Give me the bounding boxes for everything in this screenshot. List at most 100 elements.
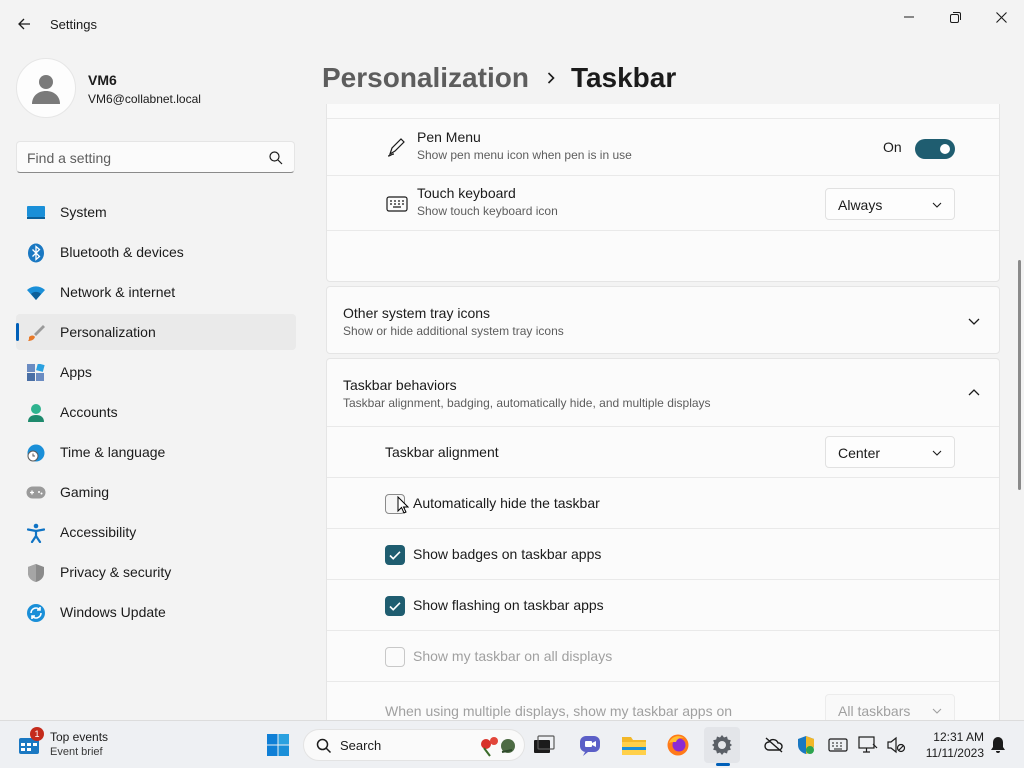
other-tray-title: Other system tray icons [343,305,491,321]
user-profile[interactable]: VM6 VM6@collabnet.local [16,58,296,118]
apps-icon [26,363,46,383]
sidebar-item-label: Bluetooth & devices [60,244,184,260]
volume-tray-icon[interactable] [886,735,906,755]
back-arrow-icon [18,18,30,30]
sidebar-item-accounts[interactable]: Accounts [16,394,296,430]
sidebar-item-privacy-security[interactable]: Privacy & security [16,554,296,590]
paintbrush-icon [26,323,46,343]
close-button[interactable] [978,2,1024,32]
pen-menu-toggle-label: On [883,139,902,155]
pen-menu-toggle[interactable] [915,139,955,159]
checkmark-icon [389,602,401,611]
gear-icon [712,735,732,755]
pen-icon [385,135,409,159]
widgets-button[interactable]: 1 Top events Event brief [16,727,126,763]
chevron-down-icon[interactable] [967,314,981,328]
cloud-offline-icon [764,737,783,753]
pen-menu-row: Pen Menu Show pen menu icon when pen is … [327,118,999,175]
taskbar-behaviors-description: Taskbar alignment, badging, automaticall… [343,396,711,410]
multi-display-dropdown[interactable]: All taskbars [825,694,955,720]
firefox-icon [667,734,689,756]
keyboard-icon [828,738,848,752]
content-scrollbar[interactable] [1018,260,1021,490]
sidebar-item-accessibility[interactable]: Accessibility [16,514,296,550]
profile-email: VM6@collabnet.local [88,92,201,106]
taskbar-alignment-row: Taskbar alignment Center [327,426,999,477]
corner-icons-spacer [327,230,999,281]
taskbar-behaviors-header[interactable]: Taskbar behaviors Taskbar alignment, bad… [327,359,999,426]
minimize-icon [904,16,914,18]
show-flashing-row: Show flashing on taskbar apps [327,579,999,630]
avatar [16,58,76,118]
taskbar-alignment-dropdown[interactable]: Center [825,436,955,468]
show-badges-checkbox[interactable] [385,545,405,565]
chevron-up-icon[interactable] [967,386,981,400]
notifications-button[interactable] [988,735,1008,755]
display-tray-icon[interactable] [858,735,878,755]
sidebar-item-label: Network & internet [60,284,176,300]
monitor-icon [858,736,878,753]
touch-keyboard-dropdown[interactable]: Always [825,188,955,220]
all-displays-checkbox[interactable] [385,647,405,667]
sidebar-item-personalization[interactable]: Personalization [16,314,296,350]
start-button[interactable] [260,727,296,763]
taskbar-behaviors-expander: Taskbar behaviors Taskbar alignment, bad… [326,358,1000,720]
settings-search[interactable] [16,141,295,173]
show-flashing-checkbox[interactable] [385,596,405,616]
restore-button[interactable] [932,2,978,32]
dropdown-value: Always [838,197,883,213]
sidebar-item-windows-update[interactable]: Windows Update [16,594,296,630]
search-icon [316,738,332,754]
clock-date: 11/11/2023 [925,746,984,760]
sidebar-item-network[interactable]: Network & internet [16,274,296,310]
sidebar-nav: System Bluetooth & devices Network & int… [16,194,296,634]
settings-app-button[interactable] [704,727,740,763]
all-displays-label: Show my taskbar on all displays [413,648,613,664]
clock-globe-icon [26,443,46,463]
taskbar-clock[interactable]: 12:31 AM 11/11/2023 [912,729,984,761]
page-title: Taskbar [570,62,677,93]
taskbar-search[interactable]: Search [303,729,525,761]
dropdown-value: All taskbars [838,703,911,719]
close-icon [995,11,1007,23]
search-input[interactable] [27,148,257,168]
taskbar-behaviors-title: Taskbar behaviors [343,377,457,393]
teams-chat-button[interactable] [572,727,608,763]
other-tray-description: Show or hide additional system tray icon… [343,324,564,338]
windows-logo-icon [267,734,289,756]
task-view-icon [534,735,555,753]
other-tray-icons-expander[interactable]: Other system tray icons Show or hide add… [326,286,1000,354]
chevron-down-icon [932,202,942,208]
touch-keyboard-title: Touch keyboard [417,185,516,201]
breadcrumb: Personalization Taskbar [322,58,676,98]
sidebar-item-system[interactable]: System [16,194,296,230]
touch-keyboard-tray-icon[interactable] [828,735,848,755]
speaker-muted-icon [887,736,906,754]
sidebar-item-apps[interactable]: Apps [16,354,296,390]
profile-name: VM6 [88,72,117,88]
bluetooth-icon [26,243,46,263]
accessibility-icon [26,523,46,543]
bell-icon [991,737,1005,753]
sidebar-item-time-language[interactable]: Time & language [16,434,296,470]
firefox-button[interactable] [660,727,696,763]
breadcrumb-separator [547,68,555,89]
back-button[interactable] [10,10,38,38]
notification-badge: 1 [30,727,44,741]
active-app-indicator [716,763,730,766]
chevron-right-icon [547,71,555,84]
settings-content: Pen Menu Show pen menu icon when pen is … [326,104,1000,720]
sidebar-item-label: Privacy & security [60,564,172,580]
sidebar-item-label: Personalization [60,324,156,340]
keyboard-icon [385,192,409,216]
defender-tray-icon[interactable] [796,735,816,755]
file-explorer-button[interactable] [616,727,652,763]
sidebar-item-label: System [60,204,107,220]
minimize-button[interactable] [886,2,932,32]
sidebar-item-bluetooth[interactable]: Bluetooth & devices [16,234,296,270]
breadcrumb-parent[interactable]: Personalization [322,62,529,94]
network-status-icon[interactable] [764,735,784,755]
task-view-button[interactable] [526,727,562,763]
touch-keyboard-row: Touch keyboard Show touch keyboard icon … [327,175,999,230]
sidebar-item-gaming[interactable]: Gaming [16,474,296,510]
